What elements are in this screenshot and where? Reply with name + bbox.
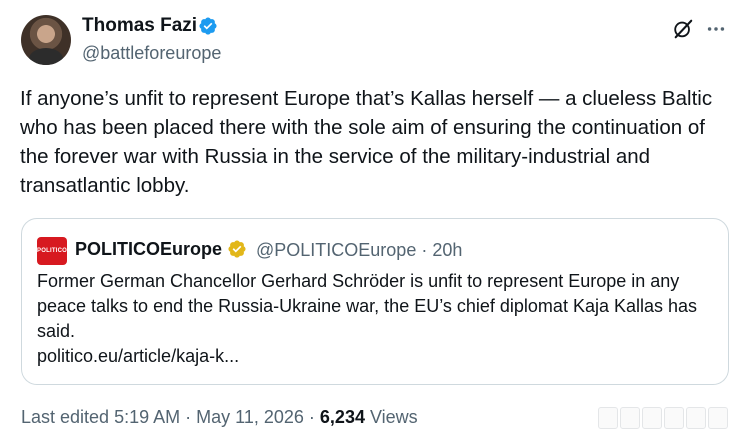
quoted-author-name[interactable]: POLITICOEurope (75, 238, 222, 260)
watermark-glyph (620, 407, 640, 429)
watermark-glyph (598, 407, 618, 429)
quoted-link[interactable]: politico.eu/article/kaja-k... (37, 344, 717, 369)
gold-verified-badge-icon (228, 240, 246, 258)
views-label: Views (369, 407, 418, 427)
tweet-footer: Last edited 5:19 AM · May 11, 2026 · 6,2… (21, 406, 418, 428)
tweet-date[interactable]: May 11, 2026 (196, 407, 304, 427)
watermark (598, 404, 728, 432)
footer-separator: · (185, 407, 192, 427)
quoted-meta: @POLITICOEurope · 20h (256, 239, 462, 261)
author-avatar[interactable] (21, 15, 71, 65)
meta-separator: · (421, 240, 428, 260)
quoted-avatar[interactable]: POLITICO (37, 237, 67, 265)
footer-separator: · (308, 407, 315, 427)
quoted-text-block: Former German Chancellor Gerhard Schröde… (37, 269, 717, 369)
verified-badge-icon (199, 17, 217, 35)
watermark-glyph (708, 407, 728, 429)
more-icon[interactable] (705, 18, 727, 40)
quoted-handle[interactable]: @POLITICOEurope (256, 240, 416, 260)
author-name[interactable]: Thomas Fazi (82, 14, 197, 38)
quoted-tweet[interactable]: POLITICO POLITICOEurope @POLITICOEurope … (21, 218, 729, 385)
edited-time[interactable]: Last edited 5:19 AM (21, 407, 180, 427)
watermark-glyph (686, 407, 706, 429)
author-handle[interactable]: @battleforeurope (82, 42, 221, 64)
tweet-text: If anyone’s unfit to represent Europe th… (20, 87, 713, 197)
watermark-glyph (642, 407, 662, 429)
grok-icon[interactable] (672, 18, 694, 40)
quoted-time[interactable]: 20h (432, 240, 462, 260)
watermark-glyph (664, 407, 684, 429)
views-count: 6,234 (319, 407, 365, 427)
tweet[interactable]: Thomas Fazi @battleforeurope If anyone’s… (0, 0, 731, 437)
quoted-text: Former German Chancellor Gerhard Schröde… (37, 271, 698, 341)
